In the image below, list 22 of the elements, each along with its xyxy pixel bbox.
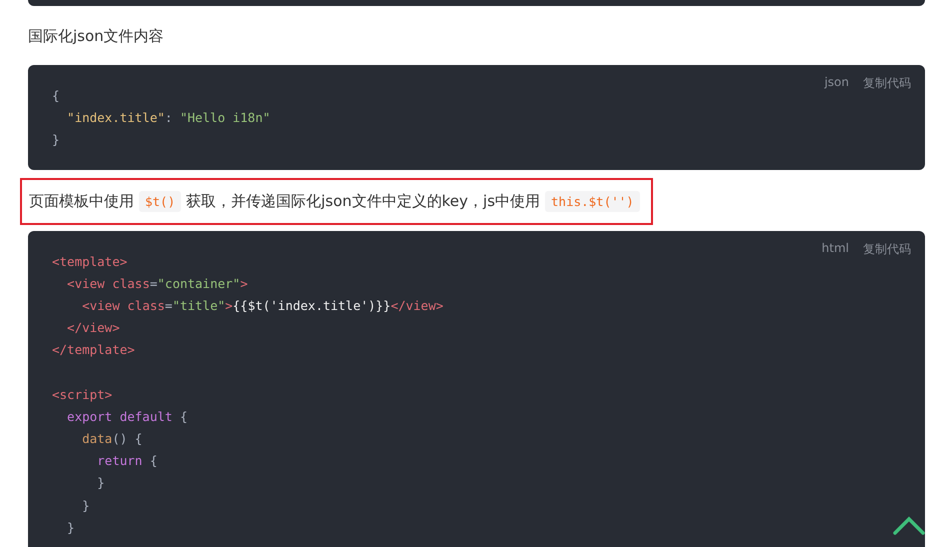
language-label: html xyxy=(822,240,849,257)
code-line: data() { xyxy=(81,430,142,448)
code-line: <script> xyxy=(52,386,112,404)
code-line: </view> xyxy=(66,319,120,338)
code-line: </template> xyxy=(52,341,135,360)
code-line: <view class="title">{{$t('index.title')}}</view> xyxy=(81,296,444,315)
paragraph: 页面模板中使用 $t() 获取，并传递国际化json文件中定义的key，js中使用 this.$t('') xyxy=(20,178,653,225)
code-line: } xyxy=(81,496,90,515)
copy-code-link[interactable]: 复制代码 xyxy=(863,75,911,92)
code-line: return { xyxy=(96,452,158,470)
code-line: "index.title": "Hello i18n" xyxy=(66,109,270,128)
paragraph: 国际化json文件内容 xyxy=(28,26,164,47)
language-label: json xyxy=(824,75,849,91)
copy-code-link[interactable]: 复制代码 xyxy=(863,240,911,258)
code-line: export default { xyxy=(66,408,188,426)
code-line: } xyxy=(66,518,75,537)
code-line: <template> xyxy=(52,252,128,271)
scroll-to-top-icon[interactable] xyxy=(892,514,926,536)
code-line: { xyxy=(52,87,60,105)
code-line: <view class="container"> xyxy=(66,274,248,293)
code-line: } xyxy=(96,474,105,492)
code-line: } xyxy=(52,131,60,150)
